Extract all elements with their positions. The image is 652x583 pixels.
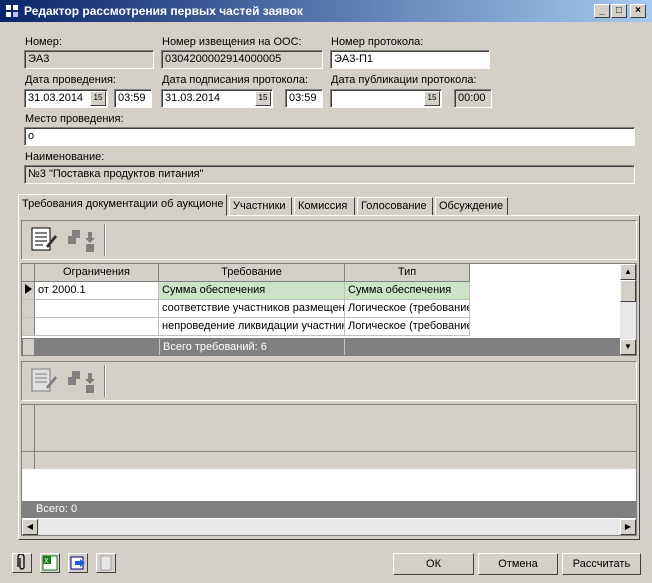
table-cell[interactable]: соответствие участников размещения xyxy=(159,300,345,318)
date-published-label: Дата публикации протокола: xyxy=(331,74,477,86)
time-signed-input[interactable]: 03:59 xyxy=(285,89,323,108)
number-field: ЭА3 xyxy=(24,50,154,69)
attach-button[interactable] xyxy=(12,553,32,573)
scroll-up-button[interactable]: ▲ xyxy=(620,264,636,280)
export-button[interactable] xyxy=(68,553,88,573)
ok-button[interactable]: ОК xyxy=(393,553,474,575)
edit-document-icon[interactable] xyxy=(28,365,58,395)
grid-empty-area xyxy=(22,469,636,501)
table-cell[interactable] xyxy=(35,300,159,318)
toolbar-divider xyxy=(104,365,106,397)
calendar-icon[interactable]: 15 xyxy=(424,91,440,106)
maximize-button[interactable]: □ xyxy=(611,4,627,18)
row-pointer-icon xyxy=(25,284,32,294)
row-indicator[interactable] xyxy=(22,318,35,336)
minimize-button[interactable]: _ xyxy=(594,4,610,18)
row-indicator[interactable] xyxy=(22,300,35,318)
row-indicator[interactable] xyxy=(22,282,35,300)
number-label: Номер: xyxy=(25,36,62,48)
notice-label: Номер извещения на ООС: xyxy=(162,36,302,48)
row-indicator xyxy=(22,452,35,469)
table-cell[interactable]: Логическое (требование xyxy=(345,318,470,336)
toolbar-divider xyxy=(104,224,106,256)
table-cell[interactable]: Сумма обеспечения xyxy=(345,282,470,300)
grid-total: Всего: 0 xyxy=(22,501,636,518)
scroll-right-button[interactable]: ▶ xyxy=(620,519,636,535)
excel-icon: X xyxy=(42,555,58,571)
column-header-area xyxy=(35,405,636,452)
tab-discussion[interactable]: Обсуждение xyxy=(435,197,508,216)
column-header[interactable]: Требование xyxy=(159,264,345,282)
tab-requirements[interactable]: Требования документации об аукционе xyxy=(18,194,227,216)
table-cell[interactable] xyxy=(35,318,159,336)
name-field: №3 "Поставка продуктов питания" xyxy=(24,165,635,184)
lower-toolbar xyxy=(21,361,637,401)
column-header[interactable]: Тип xyxy=(345,264,470,282)
row-indicator-header xyxy=(22,264,35,282)
export-arrow-icon xyxy=(70,556,85,570)
date-signed-label: Дата подписания протокола: xyxy=(162,74,309,86)
scroll-left-button[interactable]: ◀ xyxy=(22,519,38,535)
time-held-input[interactable]: 03:59 xyxy=(114,89,152,108)
svg-text:X: X xyxy=(44,557,49,565)
place-label: Место проведения: xyxy=(25,113,124,125)
notice-field: 0304200002914000005 xyxy=(161,50,323,69)
calendar-icon[interactable]: 15 xyxy=(90,91,106,106)
row-indicator-header xyxy=(22,405,35,452)
paperclip-icon xyxy=(17,553,25,570)
row-indicator xyxy=(22,338,35,355)
transfer-icon[interactable] xyxy=(66,365,96,395)
tab-voting[interactable]: Голосование xyxy=(357,197,433,216)
window-title: Редактор рассмотрения первых частей заяв… xyxy=(24,4,303,18)
calendar-icon[interactable]: 15 xyxy=(255,91,271,106)
time-published-field: 00:00 xyxy=(454,89,492,108)
date-held-label: Дата проведения: xyxy=(25,74,116,86)
edit-document-icon[interactable] xyxy=(28,224,58,254)
close-button[interactable]: × xyxy=(630,4,646,18)
protocol-input[interactable]: ЭА3-П1 xyxy=(330,50,490,69)
protocol-label: Номер протокола: xyxy=(331,36,424,48)
document-button[interactable] xyxy=(96,553,116,573)
calculate-button[interactable]: Рассчитать xyxy=(562,553,641,575)
table-cell[interactable]: от 2000.1 xyxy=(35,282,159,300)
tab-participants[interactable]: Участники xyxy=(229,197,292,216)
table-cell[interactable]: непроведение ликвидации участника xyxy=(159,318,345,336)
scroll-thumb[interactable] xyxy=(620,280,636,302)
tab-commission[interactable]: Комиссия xyxy=(294,197,355,216)
transfer-icon[interactable] xyxy=(66,224,96,254)
name-label: Наименование: xyxy=(25,151,105,163)
excel-export-button[interactable]: X xyxy=(40,553,60,573)
column-header[interactable]: Ограничения xyxy=(35,264,159,282)
lower-grid: Всего: 0 ◀ ▶ xyxy=(21,404,637,536)
requirements-grid: Ограничения Требование Тип от 2000.1 Сум… xyxy=(21,263,637,356)
grid-total: Всего требований: 6 xyxy=(159,339,345,355)
table-cell[interactable]: Сумма обеспечения xyxy=(159,282,345,300)
table-cell[interactable]: Логическое (требование xyxy=(345,300,470,318)
document-icon xyxy=(100,555,112,571)
cancel-button[interactable]: Отмена xyxy=(478,553,558,575)
app-icon xyxy=(6,5,18,17)
scroll-down-button[interactable]: ▼ xyxy=(620,339,636,355)
place-input[interactable]: о xyxy=(24,127,635,146)
requirements-toolbar xyxy=(21,220,637,260)
horizontal-scrollbar[interactable] xyxy=(22,519,636,535)
